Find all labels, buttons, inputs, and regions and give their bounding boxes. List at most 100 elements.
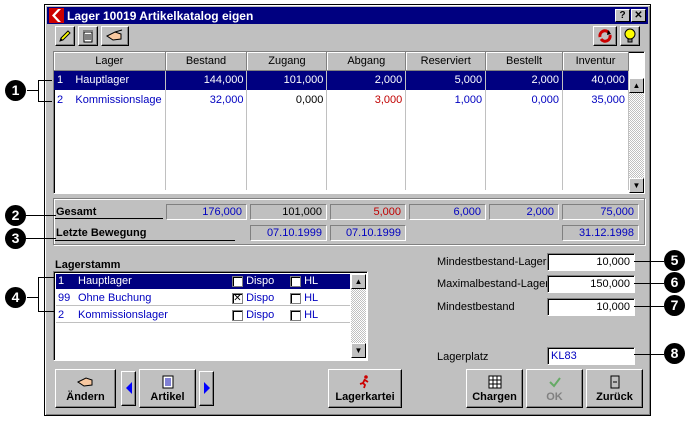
hl-checkbox[interactable]: HL <box>290 309 318 321</box>
next-artikel-button[interactable] <box>199 371 214 406</box>
checkbox-box <box>232 309 243 321</box>
arrow-up-icon: ▲ <box>632 81 641 90</box>
hand-tool-button[interactable] <box>101 26 129 46</box>
aendern-button[interactable]: Ändern <box>55 369 116 408</box>
last-move-inventur: 31.12.1998 <box>562 225 639 241</box>
zurueck-button[interactable]: Zurück <box>586 369 643 408</box>
prev-artikel-button[interactable] <box>121 371 136 406</box>
lagerstamm-name: Hauptlager <box>78 275 132 287</box>
min-lager-label: Mindestbestand-Lager <box>437 256 547 268</box>
running-person-icon <box>359 375 369 389</box>
window-title: Lager 10019 Artikelkatalog eigen <box>67 9 254 23</box>
lagerplatz-field[interactable]: KL83 <box>547 347 635 365</box>
cell-abgang: 3,000 <box>326 90 407 110</box>
dispo-checkbox[interactable]: Dispo <box>232 309 274 321</box>
help-button[interactable]: ? <box>615 9 630 22</box>
hl-checkbox[interactable]: HL <box>290 292 318 304</box>
col-header-bestellt[interactable]: Bestellt <box>485 52 564 71</box>
scroll-down-button[interactable]: ▼ <box>351 343 366 358</box>
callout-4-line <box>27 297 39 298</box>
callout-8: 8 <box>664 343 685 364</box>
callout-4: 4 <box>5 287 26 308</box>
grid-scrollbar[interactable] <box>629 78 644 193</box>
lagerstamm-nr: 1 <box>58 275 65 287</box>
last-move-abgang: 07.10.1999 <box>330 225 406 241</box>
max-lager-field[interactable]: 150,000 <box>547 275 635 293</box>
arrow-up-icon: ▲ <box>354 277 363 286</box>
hl-label: HL <box>304 309 319 321</box>
arrow-down-icon: ▼ <box>632 181 641 190</box>
col-header-zugang[interactable]: Zugang <box>246 52 328 71</box>
callout-8-line <box>634 354 664 355</box>
list-item[interactable]: 2 Kommissionslager Dispo HL <box>56 308 350 323</box>
zurueck-label: Zurück <box>596 391 633 403</box>
table-row[interactable]: 1 Hauptlager 144,000 101,000 2,000 5,000… <box>54 70 629 90</box>
chargen-label: Chargen <box>472 391 517 403</box>
edit-tool-button[interactable] <box>55 26 75 46</box>
delete-tool-button[interactable] <box>78 26 98 46</box>
refresh-tool-button[interactable] <box>593 26 617 46</box>
col-header-inventur[interactable]: Inventur <box>562 52 629 71</box>
min-lager-field[interactable]: 10,000 <box>547 253 635 271</box>
hl-checkbox[interactable]: HL <box>290 275 318 287</box>
callout-1-bottom <box>38 101 52 102</box>
dispo-checkbox[interactable]: Dispo <box>232 275 274 287</box>
dispo-checkbox[interactable]: ✕ Dispo <box>232 292 274 304</box>
cell-inventur: 40,000 <box>562 70 629 90</box>
lightbulb-icon <box>624 28 636 43</box>
lagerstamm-list[interactable]: 1 Hauptlager Dispo HL 99 Ohne Buchung ✕ … <box>53 271 368 361</box>
table-row[interactable]: 2 Kommissionslage 32,000 0,000 3,000 1,0… <box>54 90 629 110</box>
callout-4-bottom <box>38 311 54 312</box>
scroll-up-button[interactable]: ▲ <box>629 78 644 93</box>
cell-bestand: 144,000 <box>165 70 248 90</box>
list-item[interactable]: 1 Hauptlager Dispo HL <box>56 274 350 289</box>
main-window: Lager 10019 Artikelkatalog eigen ? ✕ Lag… <box>44 4 651 416</box>
ok-button[interactable]: OK <box>526 369 583 408</box>
total-zugang: 101,000 <box>250 204 327 220</box>
close-button[interactable]: ✕ <box>631 9 646 22</box>
aendern-label: Ändern <box>66 391 105 403</box>
lagerstamm-name: Kommissionslager <box>78 309 168 321</box>
chargen-button[interactable]: Chargen <box>466 369 523 408</box>
totals-underline <box>55 218 163 219</box>
last-move-underline <box>55 240 235 241</box>
callout-5-line <box>634 261 664 262</box>
scroll-down-button[interactable]: ▼ <box>629 178 644 193</box>
callout-4-top <box>38 277 54 278</box>
callout-1-top <box>38 80 52 81</box>
lagerkartei-button[interactable]: Lagerkartei <box>328 369 402 408</box>
cell-bestand: 32,000 <box>165 90 248 110</box>
callout-2-line <box>26 215 56 216</box>
total-inventur: 75,000 <box>562 204 639 220</box>
lagerstamm-title: Lagerstamm <box>55 259 121 271</box>
pencil-icon <box>59 30 71 42</box>
callout-6-line <box>634 283 664 284</box>
callout-4-bracket <box>38 277 39 312</box>
artikel-button[interactable]: Artikel <box>139 369 196 408</box>
title-bar[interactable]: Lager 10019 Artikelkatalog eigen ? ✕ <box>47 7 648 24</box>
app-logo-icon <box>49 8 64 23</box>
col-header-lager[interactable]: Lager <box>54 52 166 71</box>
min-field[interactable]: 10,000 <box>547 298 635 316</box>
callout-1-line <box>27 90 39 91</box>
callout-5: 5 <box>664 250 685 271</box>
grid-header-row: Lager Bestand Zugang Abgang Reserviert B… <box>54 52 629 71</box>
list-item[interactable]: 99 Ohne Buchung ✕ Dispo HL <box>56 291 350 306</box>
col-header-reserviert[interactable]: Reserviert <box>405 52 487 71</box>
dispo-label: Dispo <box>246 309 275 321</box>
col-header-bestand[interactable]: Bestand <box>165 52 248 71</box>
table-row <box>54 110 629 190</box>
info-tool-button[interactable] <box>620 26 640 46</box>
total-bestand: 176,000 <box>166 204 247 220</box>
totals-label: Gesamt <box>56 206 97 218</box>
col-header-abgang[interactable]: Abgang <box>326 52 407 71</box>
callout-3-line <box>26 238 56 239</box>
checkbox-box <box>290 275 301 287</box>
stock-grid[interactable]: Lager Bestand Zugang Abgang Reserviert B… <box>53 51 645 194</box>
scroll-up-button[interactable]: ▲ <box>351 274 366 289</box>
cell-bestellt: 2,000 <box>485 70 564 90</box>
trash-icon <box>83 30 93 43</box>
lagerstamm-nr: 99 <box>58 292 71 304</box>
cell-lager: 1 Hauptlager <box>54 70 166 90</box>
ok-label: OK <box>546 391 563 403</box>
